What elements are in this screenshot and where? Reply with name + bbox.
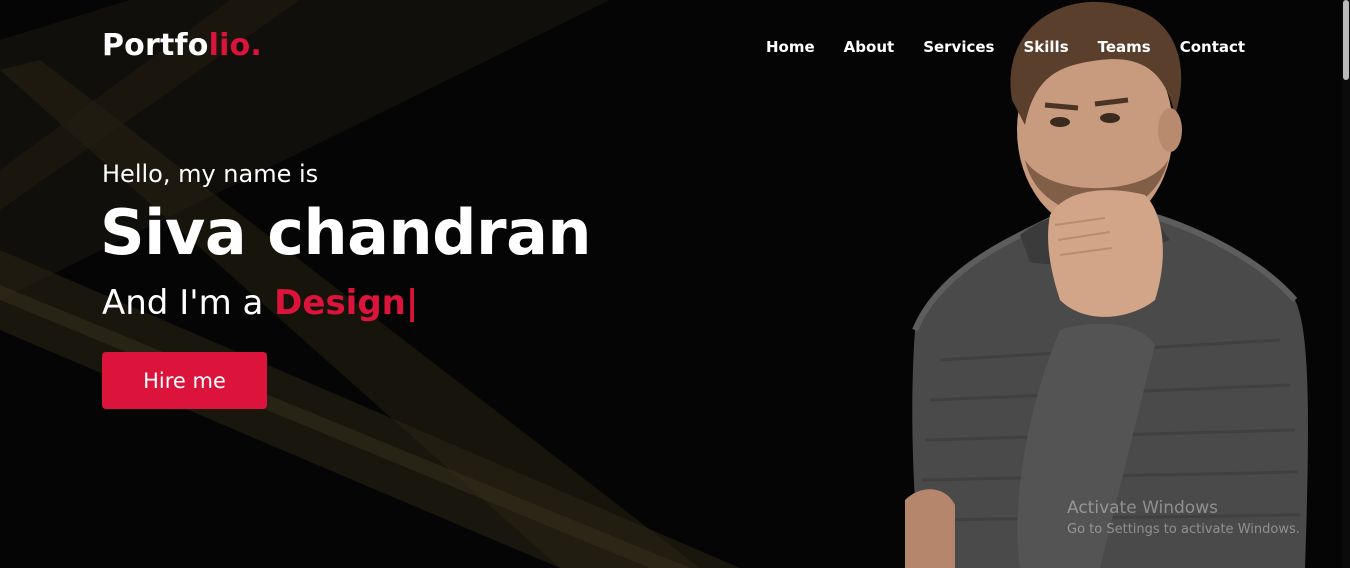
- page-scrollbar[interactable]: [1342, 0, 1350, 568]
- hire-me-button[interactable]: Hire me: [102, 352, 267, 409]
- site-logo[interactable]: Portfolio.: [102, 28, 262, 63]
- activate-windows-watermark: Activate Windows Go to Settings to activ…: [1067, 498, 1300, 537]
- logo-text: Portfo: [102, 28, 209, 63]
- hero-greeting: Hello, my name is: [102, 160, 319, 188]
- scrollbar-thumb[interactable]: [1343, 0, 1349, 80]
- role-typed-text: Design: [274, 283, 406, 323]
- main-navigation: Home About Services Skills Teams Contact: [766, 38, 1245, 56]
- nav-link-services[interactable]: Services: [923, 38, 994, 56]
- watermark-title: Activate Windows: [1067, 498, 1218, 518]
- watermark-subtitle: Go to Settings to activate Windows.: [1067, 522, 1300, 537]
- nav-link-skills[interactable]: Skills: [1023, 38, 1068, 56]
- nav-link-teams[interactable]: Teams: [1098, 38, 1151, 56]
- logo-accent-text: lio.: [208, 28, 262, 63]
- nav-link-home[interactable]: Home: [766, 38, 815, 56]
- role-prefix: And I'm a: [102, 283, 275, 323]
- nav-link-about[interactable]: About: [844, 38, 895, 56]
- hero-section: Portfolio. Home About Services Skills Te…: [0, 0, 1350, 568]
- profile-portrait-image: [905, 1, 1308, 568]
- nav-link-contact[interactable]: Contact: [1180, 38, 1245, 56]
- hero-role: And I'm a Design|: [102, 283, 418, 323]
- typing-cursor: |: [405, 283, 419, 323]
- hero-name: Siva chandran: [100, 196, 592, 269]
